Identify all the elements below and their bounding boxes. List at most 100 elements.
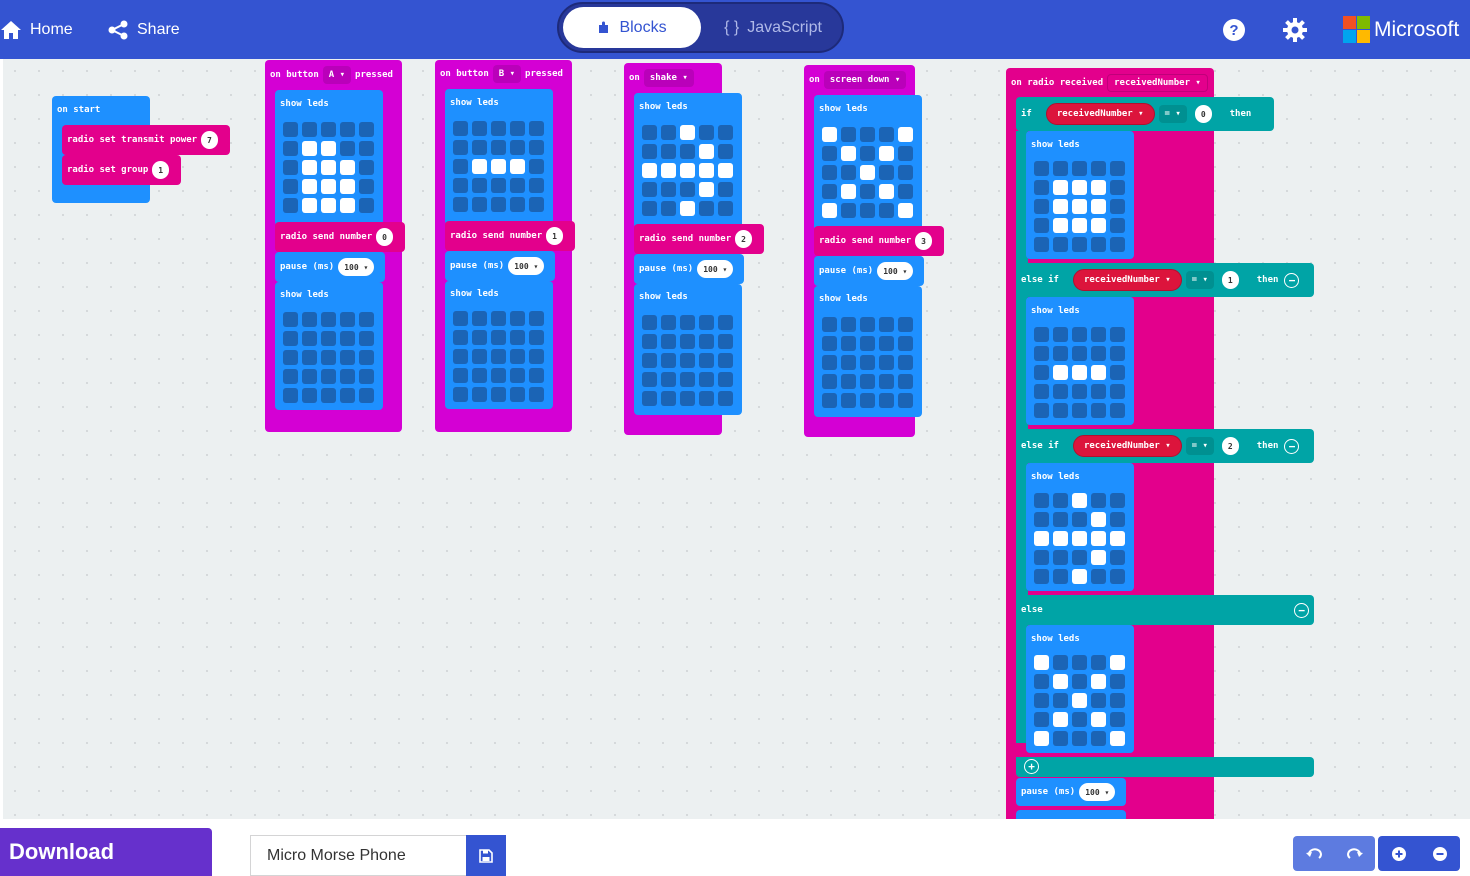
- led-cell[interactable]: [661, 334, 676, 349]
- led-cell[interactable]: [1110, 712, 1125, 727]
- led-cell[interactable]: [1034, 693, 1049, 708]
- redo-button[interactable]: [1334, 836, 1375, 871]
- led-cell[interactable]: [359, 312, 374, 327]
- led-cell[interactable]: [841, 393, 856, 408]
- show-leds-block[interactable]: show leds: [445, 281, 553, 409]
- led-cell[interactable]: [879, 336, 894, 351]
- pause-block[interactable]: pause (ms) 100 ▾: [634, 254, 744, 284]
- led-cell[interactable]: [1110, 327, 1125, 342]
- led-cell[interactable]: [283, 141, 298, 156]
- led-cell[interactable]: [529, 330, 544, 345]
- led-cell[interactable]: [283, 160, 298, 175]
- led-cell[interactable]: [1072, 346, 1087, 361]
- led-cell[interactable]: [1072, 569, 1087, 584]
- led-cell[interactable]: [898, 355, 913, 370]
- power-value-input[interactable]: 7: [201, 131, 218, 149]
- led-cell[interactable]: [699, 372, 714, 387]
- led-cell[interactable]: [1053, 199, 1068, 214]
- show-leds-block[interactable]: show leds: [275, 90, 383, 226]
- led-cell[interactable]: [321, 198, 336, 213]
- led-cell[interactable]: [1072, 531, 1087, 546]
- led-cell[interactable]: [529, 121, 544, 136]
- show-leds-block[interactable]: show leds: [1026, 625, 1134, 753]
- led-cell[interactable]: [898, 184, 913, 199]
- led-cell[interactable]: [879, 184, 894, 199]
- led-cell[interactable]: [1053, 693, 1068, 708]
- led-cell[interactable]: [860, 146, 875, 161]
- led-cell[interactable]: [822, 203, 837, 218]
- pause-value-dropdown[interactable]: 100 ▾: [508, 257, 545, 275]
- compare-value-input[interactable]: 1: [1221, 271, 1239, 289]
- led-cell[interactable]: [283, 198, 298, 213]
- led-cell[interactable]: [529, 311, 544, 326]
- led-cell[interactable]: [1053, 327, 1068, 342]
- led-cell[interactable]: [841, 355, 856, 370]
- led-cell[interactable]: [1034, 569, 1049, 584]
- led-cell[interactable]: [661, 391, 676, 406]
- led-cell[interactable]: [642, 353, 657, 368]
- led-cell[interactable]: [841, 146, 856, 161]
- led-cell[interactable]: [283, 122, 298, 137]
- led-cell[interactable]: [1110, 693, 1125, 708]
- led-cell[interactable]: [1072, 237, 1087, 252]
- led-cell[interactable]: [680, 334, 695, 349]
- led-cell[interactable]: [1053, 531, 1068, 546]
- led-cell[interactable]: [680, 315, 695, 330]
- led-cell[interactable]: [453, 197, 468, 212]
- led-cell[interactable]: [302, 160, 317, 175]
- on-screen-down-block[interactable]: on screen down ▾ show leds radio send num…: [804, 65, 944, 437]
- led-cell[interactable]: [340, 369, 355, 384]
- led-cell[interactable]: [1091, 237, 1106, 252]
- help-button[interactable]: ?: [1222, 0, 1254, 59]
- led-cell[interactable]: [699, 163, 714, 178]
- radio-send-number-block[interactable]: radio send number 1: [445, 221, 575, 251]
- led-cell[interactable]: [1091, 403, 1106, 418]
- led-cell[interactable]: [1034, 531, 1049, 546]
- led-cell[interactable]: [1091, 384, 1106, 399]
- minus-circle-icon[interactable]: −: [1284, 438, 1300, 454]
- led-cell[interactable]: [699, 353, 714, 368]
- on-button-b-block[interactable]: on button B ▾ pressed show leds radio send…: [435, 60, 575, 432]
- led-cell[interactable]: [718, 144, 733, 159]
- led-cell[interactable]: [841, 127, 856, 142]
- led-grid[interactable]: [642, 315, 733, 406]
- led-cell[interactable]: [1053, 237, 1068, 252]
- pause-value-dropdown[interactable]: 100 ▾: [877, 262, 914, 280]
- led-cell[interactable]: [898, 374, 913, 389]
- led-cell[interactable]: [1053, 674, 1068, 689]
- led-cell[interactable]: [1110, 384, 1125, 399]
- send-value-input[interactable]: 2: [735, 230, 752, 248]
- led-cell[interactable]: [1053, 569, 1068, 584]
- led-cell[interactable]: [699, 201, 714, 216]
- led-cell[interactable]: [472, 387, 487, 402]
- led-cell[interactable]: [841, 374, 856, 389]
- led-cell[interactable]: [718, 334, 733, 349]
- led-cell[interactable]: [1110, 569, 1125, 584]
- led-cell[interactable]: [491, 330, 506, 345]
- radio-send-number-block[interactable]: radio send number 2: [634, 224, 764, 254]
- led-cell[interactable]: [359, 388, 374, 403]
- led-cell[interactable]: [1034, 199, 1049, 214]
- home-button[interactable]: Home: [0, 0, 73, 59]
- led-cell[interactable]: [718, 315, 733, 330]
- led-cell[interactable]: [1072, 161, 1087, 176]
- led-cell[interactable]: [898, 393, 913, 408]
- led-cell[interactable]: [1091, 569, 1106, 584]
- undo-button[interactable]: [1293, 836, 1334, 871]
- microsoft-logo[interactable]: Microsoft: [1343, 0, 1459, 59]
- led-cell[interactable]: [680, 372, 695, 387]
- zoom-in-button[interactable]: [1378, 836, 1419, 871]
- zoom-out-button[interactable]: [1419, 836, 1460, 871]
- compare-operator-dropdown[interactable]: = ▾: [1185, 271, 1214, 289]
- led-cell[interactable]: [642, 315, 657, 330]
- led-cell[interactable]: [302, 312, 317, 327]
- led-cell[interactable]: [1072, 493, 1087, 508]
- led-cell[interactable]: [1072, 712, 1087, 727]
- led-cell[interactable]: [1110, 493, 1125, 508]
- led-cell[interactable]: [491, 311, 506, 326]
- led-cell[interactable]: [841, 203, 856, 218]
- led-cell[interactable]: [340, 350, 355, 365]
- led-cell[interactable]: [1091, 493, 1106, 508]
- led-cell[interactable]: [491, 197, 506, 212]
- led-cell[interactable]: [510, 159, 525, 174]
